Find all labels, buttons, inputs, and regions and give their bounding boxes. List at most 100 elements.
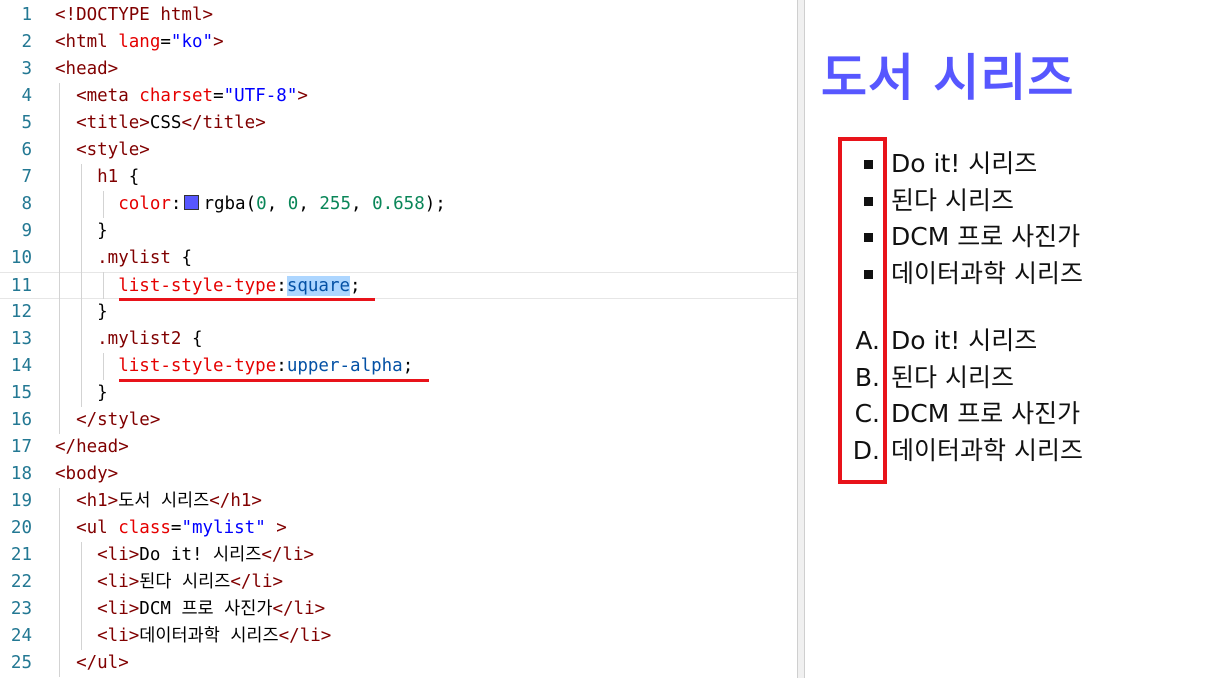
- code-token: <ul: [55, 518, 119, 538]
- code-text: <h1>도서 시리즈</h1>: [55, 488, 262, 515]
- indent-guide: [81, 164, 82, 407]
- code-line[interactable]: 18 <body>: [0, 461, 797, 488]
- code-token: </li>: [261, 545, 315, 565]
- code-token: square: [286, 276, 351, 296]
- code-text: color: rgba(0, 0, 255, 0.658);: [55, 191, 446, 218]
- indent-guide: [103, 272, 104, 299]
- code-token: 0: [256, 194, 267, 214]
- code-line[interactable]: 1 <!DOCTYPE html>: [0, 2, 797, 29]
- code-line[interactable]: 21 <li>Do it! 시리즈</li>: [0, 542, 797, 569]
- line-number: 14: [10, 356, 32, 376]
- line-number: 3: [21, 59, 32, 79]
- code-token: .mylist: [55, 248, 182, 268]
- code-line[interactable]: 10 .mylist {: [0, 245, 797, 272]
- code-line[interactable]: 15 }: [0, 380, 797, 407]
- code-line[interactable]: 12 }: [0, 299, 797, 326]
- code-token: ;: [402, 356, 414, 376]
- code-line[interactable]: 8 color: rgba(0, 0, 255, 0.658);: [0, 191, 797, 218]
- line-number: 15: [10, 383, 32, 403]
- code-line[interactable]: 11 list-style-type:square;: [0, 272, 797, 299]
- list-item-text: 데이터과학 시리즈: [891, 435, 1083, 465]
- code-text: <!DOCTYPE html>: [55, 2, 213, 29]
- code-line[interactable]: 3 <head>: [0, 56, 797, 83]
- code-token: <!DOCTYPE html>: [55, 5, 214, 25]
- code-token: >: [265, 518, 287, 538]
- code-token: <title>: [55, 113, 150, 133]
- list-item-text: 데이터과학 시리즈: [891, 258, 1083, 288]
- code-line[interactable]: 17 </head>: [0, 434, 797, 461]
- code-token: =: [160, 32, 171, 52]
- code-token: DCM 프로 사진가: [139, 599, 273, 619]
- list-item-text: DCM 프로 사진가: [891, 399, 1081, 428]
- code-token: </li>: [272, 599, 326, 619]
- code-token: >: [297, 86, 308, 106]
- line-number: 16: [10, 410, 32, 430]
- code-text: h1 {: [55, 164, 139, 191]
- list-item-text: 된다 시리즈: [891, 362, 1014, 392]
- code-token: upper-alpha: [286, 356, 403, 376]
- code-line[interactable]: 2 <html lang="ko">: [0, 29, 797, 56]
- code-text: <li>데이터과학 시리즈</li>: [55, 623, 331, 650]
- list-item-text: DCM 프로 사진가: [891, 222, 1081, 251]
- line-number: 11: [10, 276, 32, 296]
- code-token: <html: [55, 32, 119, 52]
- code-line[interactable]: 20 <ul class="mylist" >: [0, 515, 797, 542]
- code-editor[interactable]: 1 <!DOCTYPE html> 2 <html lang="ko"> 3 <head>…: [0, 0, 797, 678]
- code-line[interactable]: 23 <li>DCM 프로 사진가</li>: [0, 596, 797, 623]
- line-number: 17: [10, 437, 32, 457]
- code-token: :: [170, 194, 182, 214]
- code-token: </head>: [55, 437, 129, 457]
- code-token: <h1>: [55, 491, 119, 511]
- code-token: <li>: [55, 545, 140, 565]
- code-line[interactable]: 16 </style>: [0, 407, 797, 434]
- line-number: 24: [10, 626, 32, 646]
- line-number: 22: [10, 572, 32, 592]
- code-token: .mylist2: [55, 329, 192, 349]
- color-swatch-icon[interactable]: [184, 195, 200, 210]
- pane-divider[interactable]: [797, 0, 805, 678]
- code-token: {: [191, 329, 203, 349]
- list-item-text: Do it! 시리즈: [891, 149, 1038, 178]
- code-line[interactable]: 9 }: [0, 218, 797, 245]
- code-token: ,: [266, 194, 288, 214]
- code-token: <body>: [55, 464, 119, 484]
- line-number: 23: [10, 599, 32, 619]
- code-token: <style>: [55, 140, 150, 160]
- code-token: lang: [118, 32, 161, 52]
- code-token: 된다 시리즈: [139, 572, 231, 592]
- line-number: 25: [10, 653, 32, 673]
- code-line[interactable]: 24 <li>데이터과학 시리즈</li>: [0, 623, 797, 650]
- code-text: </head>: [55, 434, 129, 461]
- code-line[interactable]: 6 <style>: [0, 137, 797, 164]
- code-line[interactable]: 14 list-style-type:upper-alpha;: [0, 353, 797, 380]
- code-token: Do it! 시리즈: [139, 545, 262, 565]
- code-text: list-style-type:upper-alpha;: [55, 353, 413, 380]
- line-number: 9: [21, 221, 32, 241]
- code-text: <body>: [55, 461, 118, 488]
- code-line[interactable]: 13 .mylist2 {: [0, 326, 797, 353]
- code-token: 데이터과학 시리즈: [139, 626, 279, 646]
- code-line[interactable]: 25 </ul>: [0, 650, 797, 677]
- code-token: </li>: [230, 572, 284, 592]
- code-token: <meta: [55, 86, 140, 106]
- line-number: 13: [10, 329, 32, 349]
- code-line[interactable]: 19 <h1>도서 시리즈</h1>: [0, 488, 797, 515]
- code-line[interactable]: 4 <meta charset="UTF-8">: [0, 83, 797, 110]
- line-number: 8: [21, 194, 32, 214]
- code-line[interactable]: 22 <li>된다 시리즈</li>: [0, 569, 797, 596]
- code-token: "ko": [170, 32, 214, 52]
- code-token: ,: [351, 194, 373, 214]
- code-token: <li>: [55, 572, 140, 592]
- code-text: .mylist {: [55, 245, 192, 272]
- code-line[interactable]: 7 h1 {: [0, 164, 797, 191]
- code-token: class: [118, 518, 171, 538]
- code-token: </h1>: [209, 491, 262, 511]
- indent-guide: [81, 542, 82, 650]
- code-token: </ul>: [55, 653, 129, 673]
- code-text: <head>: [55, 56, 118, 83]
- preview-heading: 도서 시리즈: [821, 49, 1075, 107]
- line-number: 6: [21, 140, 32, 160]
- code-token: :: [276, 356, 287, 376]
- code-line[interactable]: 5 <title>CSS</title>: [0, 110, 797, 137]
- browser-preview: 도서 시리즈 Do it! 시리즈 된다 시리즈 DCM 프로 사진가 데이터과학 시…: [805, 0, 1207, 678]
